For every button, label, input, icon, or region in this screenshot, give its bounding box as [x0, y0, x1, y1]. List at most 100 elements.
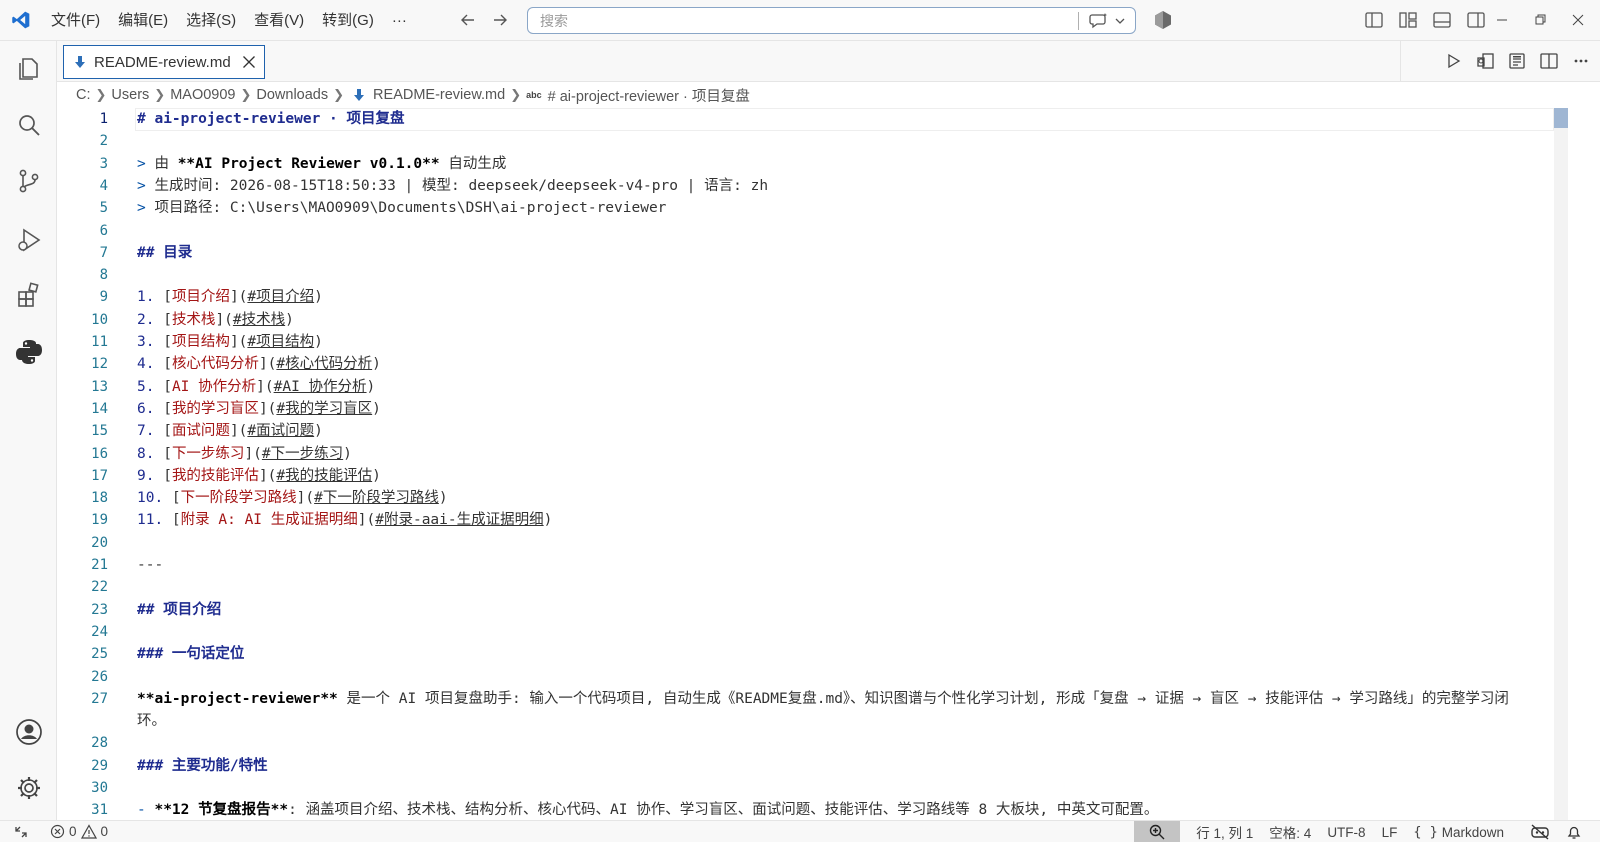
line-number: 19 — [91, 512, 108, 529]
account-icon[interactable] — [8, 711, 50, 753]
copilot-icon[interactable] — [1152, 9, 1174, 31]
markdown-file-icon — [354, 89, 365, 101]
token: #下一步练习 — [261, 445, 344, 462]
token: 是一个 AI 项目复盘助手: 输入一个代码项目, 自动生成《README复盘.m… — [137, 690, 1509, 729]
remote-indicator[interactable] — [0, 821, 42, 843]
menu-file[interactable]: 文件(F) — [42, 0, 109, 41]
token: ### 一句话定位 — [137, 646, 245, 663]
breadcrumb-users[interactable]: Users — [111, 87, 149, 103]
token: #AI 协作分析 — [273, 378, 367, 395]
token: [ — [163, 467, 172, 484]
line-number: 14 — [91, 400, 108, 417]
extensions-icon[interactable] — [8, 274, 50, 316]
line-text: ## 目录 — [137, 242, 192, 264]
vscode-logo-icon — [0, 0, 42, 41]
menu-edit[interactable]: 编辑(E) — [109, 0, 177, 41]
source-control-icon[interactable] — [8, 160, 50, 202]
line-number: 12 — [91, 356, 108, 373]
token: ]( — [229, 423, 248, 440]
token: ) — [314, 423, 323, 440]
braces-icon: { } — [1413, 824, 1438, 840]
close-window-icon[interactable] — [1566, 8, 1590, 32]
line-number: 24 — [91, 623, 108, 640]
open-preview-icon[interactable] — [1506, 50, 1528, 72]
line-text: **ai-project-reviewer** 是一个 AI 项目复盘助手: 输… — [137, 688, 1534, 732]
token: 8. — [137, 445, 164, 462]
breadcrumb-file[interactable]: README-review.md — [373, 87, 505, 103]
error-count: 0 — [69, 824, 77, 839]
toggle-primary-sidebar-icon[interactable] — [1362, 8, 1386, 32]
token: ) — [314, 334, 323, 350]
restore-icon[interactable] — [1528, 8, 1552, 32]
text-editor[interactable]: 1 # ai-project-reviewer · 项目复盘 2 3 > 由 **AI … — [57, 108, 1600, 820]
token: ]( — [229, 289, 248, 306]
breadcrumb-drive[interactable]: C: — [76, 87, 91, 103]
line-text: 9. [我的技能评估](#我的技能评估) — [137, 465, 381, 487]
scrollbar-thumb[interactable] — [1554, 108, 1568, 128]
menu-view[interactable]: 查看(V) — [245, 0, 313, 41]
token: 9. — [137, 467, 164, 484]
line-text: 4. [核心代码分析](#核心代码分析) — [137, 353, 381, 375]
breadcrumb-user-folder[interactable]: MAO0909 — [170, 87, 235, 103]
run-debug-icon[interactable] — [8, 219, 50, 261]
token: ]( — [215, 311, 233, 328]
toggle-panel-icon[interactable] — [1430, 8, 1454, 32]
line-number: 30 — [91, 779, 108, 796]
search-input[interactable] — [528, 12, 1078, 29]
cursor-position[interactable]: 行 1, 列 1 — [1188, 821, 1261, 843]
token: #下一阶段学习路线 — [314, 490, 439, 507]
token: ]( — [256, 378, 274, 395]
language-mode[interactable]: { } Markdown — [1405, 821, 1512, 843]
menu-go[interactable]: 转到(G) — [313, 0, 383, 41]
search-icon[interactable] — [8, 104, 50, 146]
line-text: > 生成时间: 2026-08-15T18:50:33 | 模型: deepse… — [137, 175, 768, 197]
vertical-scrollbar[interactable] — [1554, 108, 1568, 820]
run-icon[interactable] — [1442, 50, 1464, 72]
zoom-indicator[interactable] — [1134, 821, 1181, 843]
notifications-bell-icon[interactable] — [1558, 821, 1590, 843]
minimize-icon[interactable] — [1490, 8, 1514, 32]
tab-readme-review[interactable]: README-review.md — [63, 45, 265, 79]
line-number: 31 — [91, 802, 108, 819]
line-number: 2 — [99, 133, 108, 150]
python-icon[interactable] — [8, 331, 50, 373]
problems-indicator[interactable]: 0 0 — [42, 821, 116, 843]
token: ## 目录 — [137, 244, 193, 261]
explorer-icon[interactable] — [8, 47, 50, 89]
token: ]( — [296, 490, 315, 507]
line-number: 1 — [99, 111, 108, 127]
copilot-status-icon[interactable] — [1522, 821, 1558, 843]
token: 自动生成 — [439, 155, 507, 172]
warning-count: 0 — [100, 824, 109, 839]
token: ) — [314, 289, 323, 306]
breadcrumb-downloads[interactable]: Downloads — [256, 87, 328, 103]
token: 4. — [137, 356, 164, 373]
token: [ — [163, 334, 172, 350]
end-of-line[interactable]: LF — [1374, 821, 1406, 843]
token: ### 主要功能/特性 — [137, 757, 268, 774]
token: **ai-project-reviewer** — [137, 690, 338, 707]
command-search-box[interactable] — [527, 7, 1136, 34]
back-arrow-icon[interactable] — [456, 8, 480, 32]
line-number: 11 — [91, 334, 108, 350]
indentation[interactable]: 空格: 4 — [1261, 821, 1319, 843]
line-text: --- — [137, 554, 163, 576]
breadcrumb-symbol[interactable]: # ai-project-reviewer · 项目复盘 — [548, 85, 750, 106]
close-icon[interactable] — [240, 53, 258, 71]
open-preview-to-side-icon[interactable] — [1474, 50, 1496, 72]
encoding[interactable]: UTF-8 — [1319, 821, 1373, 843]
token: 附录 A: AI 生成证据明细 — [180, 512, 358, 529]
menu-more[interactable]: ··· — [383, 0, 416, 41]
forward-arrow-icon[interactable] — [488, 8, 512, 32]
customize-layout-icon[interactable] — [1396, 8, 1420, 32]
menu-selection[interactable]: 选择(S) — [177, 0, 245, 41]
settings-gear-icon[interactable] — [8, 767, 50, 809]
error-icon — [50, 824, 65, 839]
token: 项目路径: C:\Users\MAO0909\Documents\DSH\ai-… — [154, 200, 667, 217]
split-editor-icon[interactable] — [1538, 50, 1560, 72]
line-number: 17 — [91, 467, 108, 484]
more-actions-icon[interactable] — [1570, 50, 1592, 72]
toggle-secondary-sidebar-icon[interactable] — [1464, 8, 1488, 32]
chat-dropdown-button[interactable] — [1079, 8, 1135, 33]
line-text: 8. [下一步练习](#下一步练习) — [137, 443, 352, 465]
